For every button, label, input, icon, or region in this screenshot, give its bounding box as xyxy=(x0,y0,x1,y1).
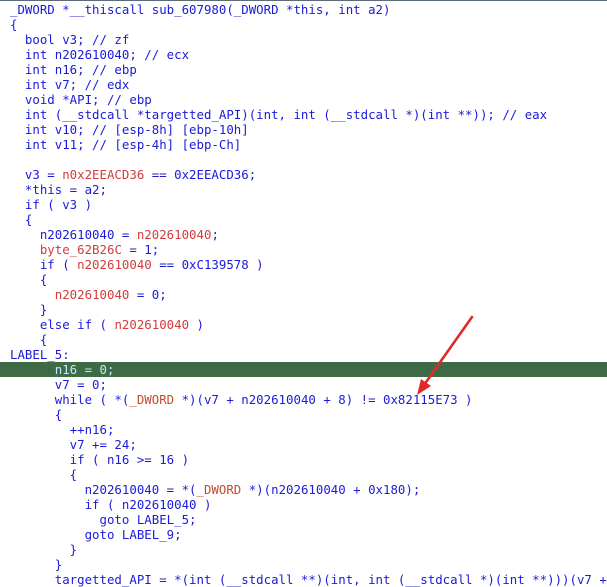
code-text: int n16; // ebp xyxy=(10,62,137,77)
code-text: == 0xC139578 ) xyxy=(151,257,264,272)
code-line[interactable]: int v11; // [esp-4h] [ebp-Ch] xyxy=(0,137,607,152)
code-line[interactable]: { xyxy=(0,212,607,227)
code-text: if ( n202610040 ) xyxy=(10,497,212,512)
code-text: n16 = 0; xyxy=(10,362,115,377)
code-text: ) xyxy=(189,317,204,332)
code-line[interactable]: } xyxy=(0,302,607,317)
code-line[interactable]: byte_62B26C = 1; xyxy=(0,242,607,257)
code-line[interactable]: targetted_API = *(int (__stdcall **)(int… xyxy=(0,572,607,587)
code-line[interactable]: n202610040 = n202610040; xyxy=(0,227,607,242)
code-text: == 0x2EEACD36; xyxy=(144,167,257,182)
code-text: LABEL_5: xyxy=(10,347,70,362)
code-text: int v7; // edx xyxy=(10,77,130,92)
code-global-symbol: byte_62B26C xyxy=(39,242,122,257)
code-line-highlighted[interactable]: n16 = 0; xyxy=(0,362,607,377)
code-line[interactable]: goto LABEL_9; xyxy=(0,527,607,542)
code-text: else if ( xyxy=(10,317,115,332)
code-text: { xyxy=(10,272,48,287)
code-line[interactable]: { xyxy=(0,407,607,422)
code-type-token: _DWORD xyxy=(196,482,242,497)
code-text: int (__stdcall *targetted_API)(int, int … xyxy=(10,107,548,122)
code-line[interactable]: bool v3; // zf xyxy=(0,32,607,47)
code-text: { xyxy=(10,332,48,347)
code-global-symbol: n202610040 xyxy=(114,317,190,332)
code-line[interactable]: if ( n202610040 ) xyxy=(0,497,607,512)
code-line[interactable]: LABEL_5: xyxy=(0,347,607,362)
code-line[interactable]: while ( *(_DWORD *)(v7 + n202610040 + 8)… xyxy=(0,392,607,407)
code-text: goto LABEL_9; xyxy=(10,527,182,542)
code-text: while ( *( xyxy=(10,392,130,407)
code-line[interactable]: } xyxy=(0,557,607,572)
code-text: = 0; xyxy=(129,287,167,302)
code-text: *this = a2; xyxy=(10,182,107,197)
code-text: v7 += 24; xyxy=(10,437,137,452)
code-line[interactable]: int n202610040; // ecx xyxy=(0,47,607,62)
code-text: = 1; xyxy=(121,242,160,257)
pseudocode-view[interactable]: _DWORD *__thiscall sub_607980(_DWORD *th… xyxy=(0,2,607,587)
code-text: targetted_API = *(int (__stdcall **)(int… xyxy=(54,572,607,587)
code-line[interactable]: *this = a2; xyxy=(0,182,607,197)
code-text: if ( xyxy=(10,257,78,272)
code-line[interactable]: v7 += 24; xyxy=(0,437,607,452)
code-text: { xyxy=(10,17,18,32)
code-line[interactable]: if ( n202610040 == 0xC139578 ) xyxy=(0,257,607,272)
code-text: int n202610040; // ecx xyxy=(10,47,190,62)
code-line[interactable]: v7 = 0; xyxy=(0,377,607,392)
code-text: if ( v3 ) xyxy=(10,197,93,212)
code-line[interactable]: _DWORD *__thiscall sub_607980(_DWORD *th… xyxy=(0,2,607,17)
code-line[interactable]: { xyxy=(0,332,607,347)
code-text: int v10; // [esp-8h] [ebp-10h] xyxy=(10,122,249,137)
code-line[interactable]: { xyxy=(0,467,607,482)
code-text: *)(n202610040 + 0x180); xyxy=(241,482,421,497)
code-text: v3 = xyxy=(10,167,63,182)
code-text: v7 = 0; xyxy=(10,377,107,392)
code-text: bool v3; // zf xyxy=(10,32,130,47)
code-text: _DWORD *__thiscall sub_607980(_DWORD *th… xyxy=(10,2,391,17)
code-text: { xyxy=(10,467,78,482)
code-line[interactable]: goto LABEL_5; xyxy=(0,512,607,527)
code-text: n202610040 = xyxy=(10,227,137,242)
code-line[interactable]: } xyxy=(0,542,607,557)
code-line[interactable]: if ( n16 >= 16 ) xyxy=(0,452,607,467)
code-global-symbol: n0x2EEACD36 xyxy=(62,167,145,182)
code-text: ; xyxy=(211,227,219,242)
code-text: if ( n16 >= 16 ) xyxy=(10,452,190,467)
code-global-symbol: n202610040 xyxy=(54,287,130,302)
code-line[interactable]: int v10; // [esp-8h] [ebp-10h] xyxy=(0,122,607,137)
code-text: goto LABEL_5; xyxy=(10,512,197,527)
code-text: } xyxy=(10,302,48,317)
code-text: } xyxy=(10,557,63,572)
code-line[interactable] xyxy=(0,152,607,167)
code-text: } xyxy=(10,542,78,557)
code-text: *)(v7 + n202610040 + 8) != 0x82115E73 ) xyxy=(174,392,473,407)
code-global-symbol: n202610040 xyxy=(77,257,152,272)
code-line[interactable]: void *API; // ebp xyxy=(0,92,607,107)
code-line[interactable]: { xyxy=(0,272,607,287)
code-line[interactable]: ++n16; xyxy=(0,422,607,437)
code-text: void *API; // ebp xyxy=(10,92,152,107)
code-global-symbol: n202610040 xyxy=(136,227,212,242)
code-line[interactable]: else if ( n202610040 ) xyxy=(0,317,607,332)
code-type-token: _DWORD xyxy=(129,392,175,407)
code-text: { xyxy=(10,212,33,227)
code-line[interactable]: int (__stdcall *targetted_API)(int, int … xyxy=(0,107,607,122)
pseudocode-window: _DWORD *__thiscall sub_607980(_DWORD *th… xyxy=(0,0,607,587)
code-text: int v11; // [esp-4h] [ebp-Ch] xyxy=(10,137,242,152)
code-line[interactable]: int n16; // ebp xyxy=(0,62,607,77)
code-line[interactable]: v3 = n0x2EEACD36 == 0x2EEACD36; xyxy=(0,167,607,182)
code-line[interactable]: n202610040 = *(_DWORD *)(n202610040 + 0x… xyxy=(0,482,607,497)
code-line[interactable]: n202610040 = 0; xyxy=(0,287,607,302)
code-text: { xyxy=(10,407,63,422)
code-text: n202610040 = *( xyxy=(10,482,197,497)
code-text: ++n16; xyxy=(10,422,115,437)
code-line[interactable]: int v7; // edx xyxy=(0,77,607,92)
code-line[interactable]: { xyxy=(0,17,607,32)
code-line[interactable]: if ( v3 ) xyxy=(0,197,607,212)
